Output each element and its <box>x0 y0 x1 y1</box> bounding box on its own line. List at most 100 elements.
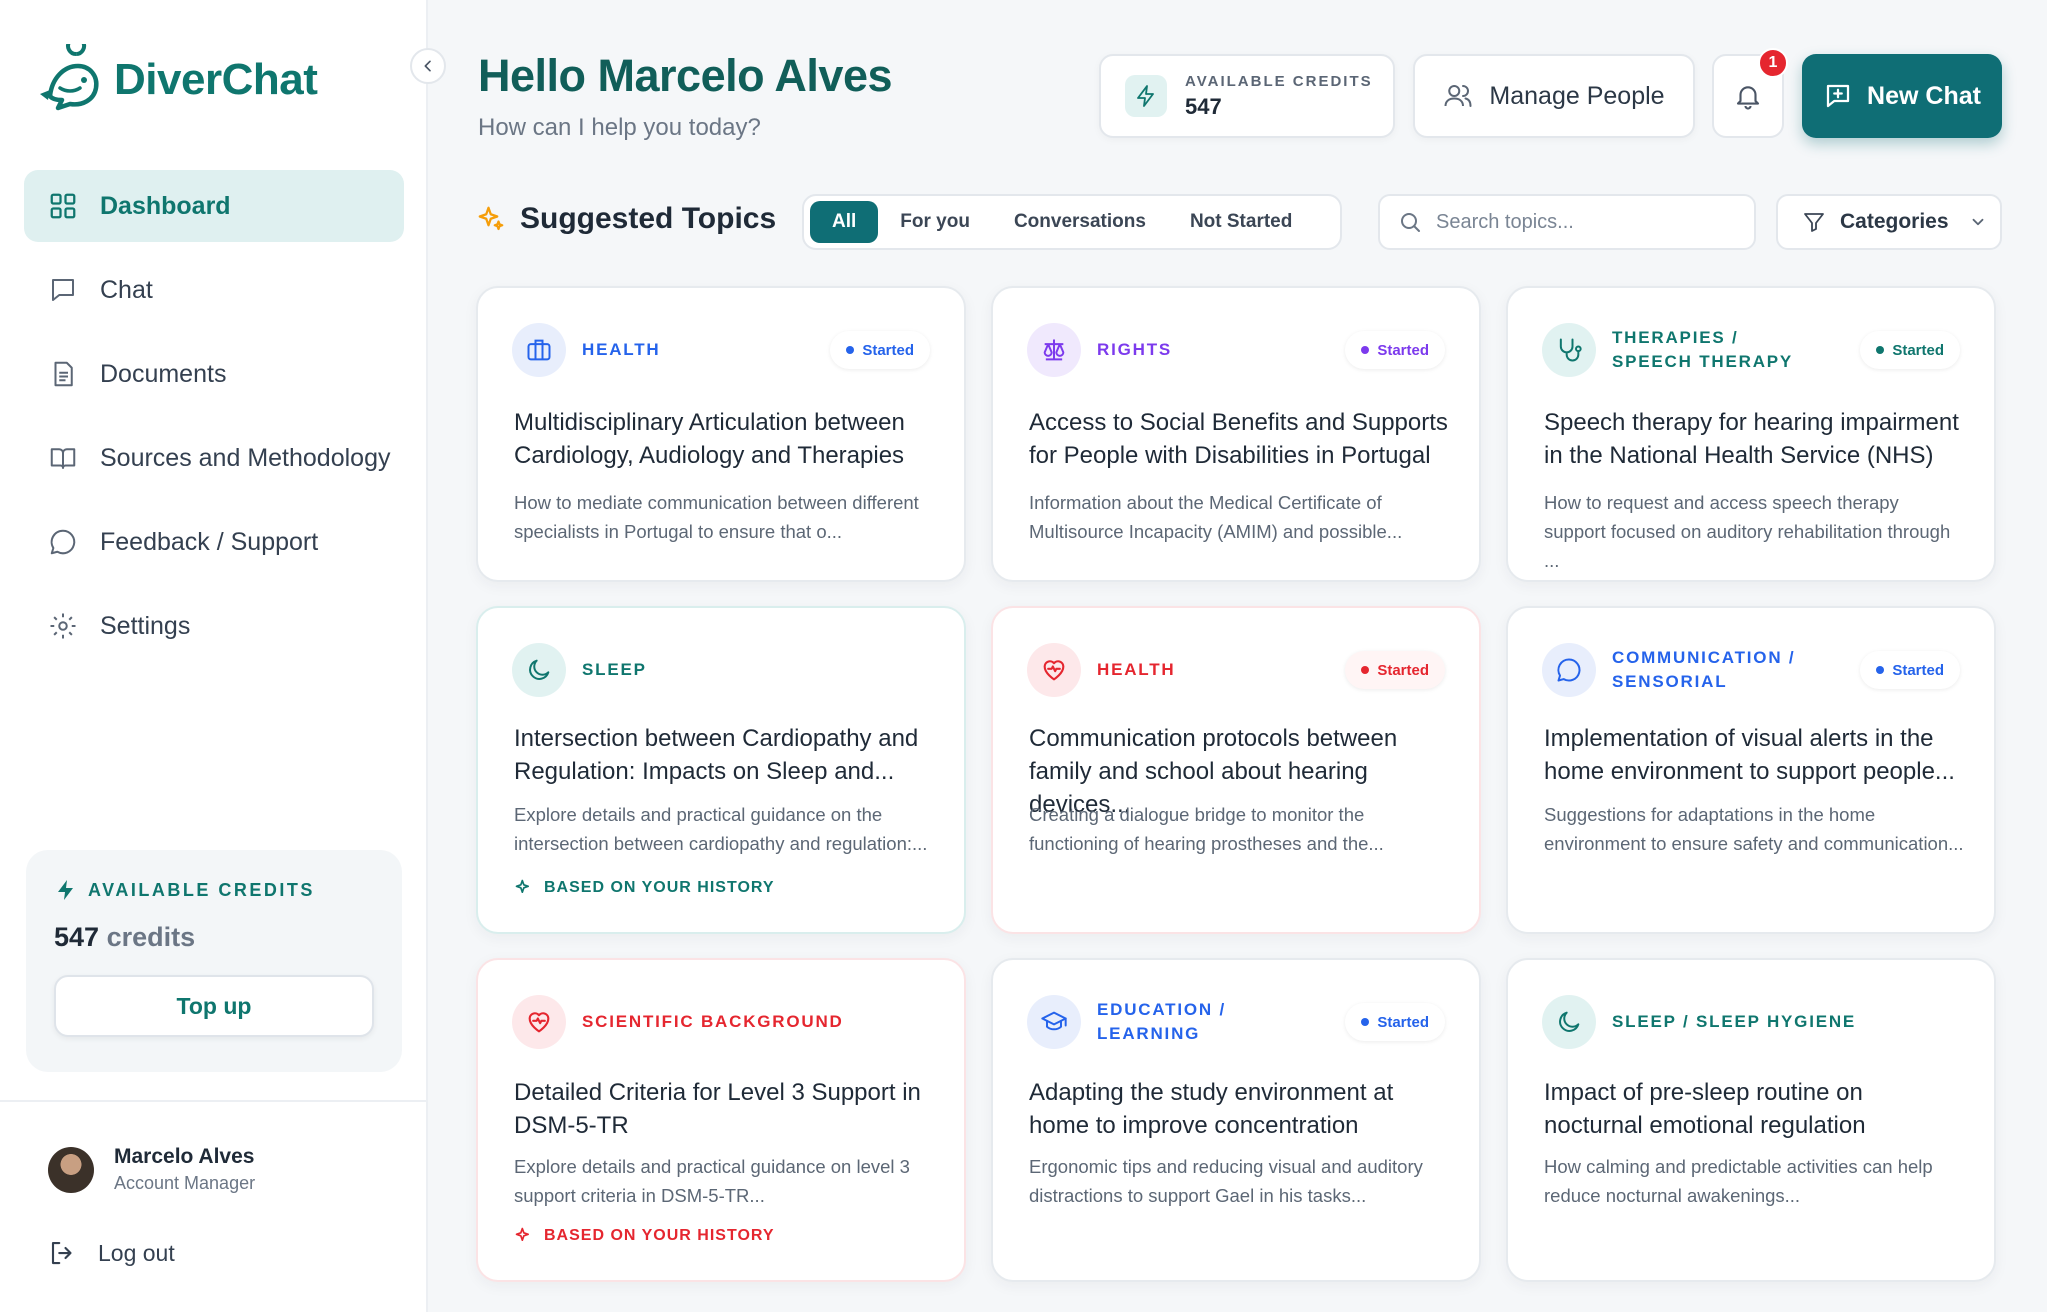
topic-card[interactable]: SLEEP / SLEEP HYGIENE Impact of pre-slee… <box>1506 958 1996 1282</box>
document-icon <box>54 361 73 387</box>
sidebar-item-label: Dashboard <box>100 191 231 220</box>
card-category: HEALTH <box>1097 660 1176 679</box>
header-credits: AVAILABLE CREDITS 547 <box>1099 54 1395 138</box>
credits-amount: 547 credits <box>54 922 374 953</box>
new-chat-icon <box>1826 84 1850 108</box>
topic-card[interactable]: THERAPIES / SPEECH THERAPY Started Speech… <box>1506 286 1996 582</box>
card-title: Implementation of visual alerts in the h… <box>1544 725 1955 785</box>
users-icon <box>1444 85 1472 107</box>
card-description: How to request and access speech therapy… <box>1544 492 1951 571</box>
user-role: Account Manager <box>114 1173 256 1193</box>
bell-icon <box>1736 86 1760 110</box>
card-title: Detailed Criteria for Level 3 Support in… <box>514 1079 921 1139</box>
card-title: Access to Social Benefits and Supports f… <box>1029 409 1448 469</box>
card-description: How to mediate communication between dif… <box>514 492 919 542</box>
topic-card[interactable]: SLEEP Intersection between Cardiopathy a… <box>476 606 966 934</box>
greeting: Hello Marcelo Alves How can I help you t… <box>478 50 893 142</box>
sidebar-item-settings[interactable]: Settings <box>24 590 404 662</box>
card-category: RIGHTS <box>1097 340 1173 359</box>
page-title: Hello Marcelo Alves <box>478 50 893 101</box>
sparkle-icon <box>515 879 529 893</box>
sidebar-item-label: Settings <box>100 611 191 640</box>
header-credits-label: AVAILABLE CREDITS <box>1185 72 1373 90</box>
topic-card[interactable]: RIGHTS Started Access to Social Benefits… <box>991 286 1481 582</box>
heart-icon <box>1027 643 1081 697</box>
sidebar-item-label: Feedback / Support <box>100 527 319 556</box>
sparkle-icon <box>515 1227 529 1241</box>
status-badge: Started <box>1345 1003 1445 1041</box>
scale-icon <box>1027 323 1081 377</box>
credits-title: AVAILABLE CREDITS <box>88 879 315 900</box>
page-subtitle: How can I help you today? <box>478 114 761 141</box>
card-category: SLEEP / SLEEP HYGIENE <box>1612 1012 1857 1031</box>
new-chat-button[interactable]: New Chat <box>1802 54 2002 138</box>
message-circle-icon <box>50 529 76 555</box>
search-input[interactable] <box>1436 210 1736 234</box>
card-description: How calming and predictable activities c… <box>1544 1156 1933 1206</box>
sidebar-item-dashboard[interactable]: Dashboard <box>24 170 404 242</box>
suggested-topics-title: Suggested Topics <box>520 202 777 235</box>
status-badge: Started <box>1345 331 1445 369</box>
card-category: THERAPIES / SPEECH THERAPY <box>1612 328 1794 371</box>
categories-label: Categories <box>1840 210 1949 233</box>
sidebar-nav: Dashboard Chat Documents Sources and Met… <box>24 170 404 674</box>
card-title: Adapting the study environment at home t… <box>1029 1079 1394 1139</box>
bolt-icon <box>1125 75 1167 117</box>
card-category: COMMUNICATION / SENSORIAL <box>1612 648 1796 691</box>
logout-icon <box>51 1241 72 1265</box>
tab-all[interactable]: All <box>810 201 879 243</box>
tab-not-started[interactable]: Not Started <box>1168 201 1314 243</box>
bird-logo-icon <box>40 44 99 111</box>
brand-name: DiverChat <box>114 55 318 104</box>
gear-icon <box>50 613 76 639</box>
search-icon <box>1401 213 1420 232</box>
topic-card[interactable]: COMMUNICATION / SENSORIAL Started Impleme… <box>1506 606 1996 934</box>
topic-card[interactable]: HEALTH Started Multidisciplinary Articul… <box>476 286 966 582</box>
credits-number: 547 <box>54 922 100 952</box>
topic-card[interactable]: SCIENTIFIC BACKGROUND Detailed Criteria … <box>476 958 966 1282</box>
card-description: Explore details and practical guidance o… <box>514 804 928 854</box>
card-description: Suggestions for adaptations in the home … <box>1544 804 1964 854</box>
heart-pulse-icon <box>512 995 566 1049</box>
tab-for-you[interactable]: For you <box>878 201 992 243</box>
sidebar-item-label: Sources and Methodology <box>100 443 391 472</box>
manage-people-button[interactable]: Manage People <box>1413 54 1695 138</box>
tab-conversations[interactable]: Conversations <box>992 201 1168 243</box>
chat-icon <box>52 279 74 301</box>
header-credits-value: 547 <box>1185 93 1222 119</box>
credits-unit: credits <box>106 922 196 952</box>
search-box <box>1378 194 1756 250</box>
sparkle-icon <box>478 206 504 231</box>
logo[interactable]: DiverChat <box>36 44 318 116</box>
card-description: Information about the Medical Certificat… <box>1029 492 1403 542</box>
history-tag: BASED ON YOUR HISTORY <box>514 878 775 898</box>
card-category: EDUCATION / LEARNING <box>1097 1000 1227 1043</box>
sidebar-item-sources[interactable]: Sources and Methodology <box>24 422 404 494</box>
stethoscope-icon <box>1542 323 1596 377</box>
notifications-button[interactable]: 1 <box>1712 48 1788 138</box>
filter-icon <box>1804 213 1824 232</box>
card-description: Explore details and practical guidance o… <box>514 1156 910 1206</box>
sidebar-item-feedback[interactable]: Feedback / Support <box>24 506 404 578</box>
sidebar-item-documents[interactable]: Documents <box>24 338 404 410</box>
card-category: SCIENTIFIC BACKGROUND <box>582 1012 844 1031</box>
graduation-cap-icon <box>1027 995 1081 1049</box>
user-profile[interactable]: Marcelo Alves Account Manager <box>48 1145 255 1194</box>
topic-card[interactable]: EDUCATION / LEARNING Started Adapting the… <box>991 958 1481 1282</box>
top-up-button[interactable]: Top up <box>54 975 374 1037</box>
categories-dropdown[interactable]: Categories <box>1776 194 2002 250</box>
history-tag: BASED ON YOUR HISTORY <box>514 1226 775 1246</box>
card-title: Multidisciplinary Articulation between C… <box>514 409 905 469</box>
briefcase-icon <box>512 323 566 377</box>
logout-button[interactable]: Log out <box>48 1238 175 1268</box>
status-badge: Started <box>1860 651 1960 689</box>
topic-card[interactable]: HEALTH Started Communication protocols b… <box>991 606 1481 934</box>
grid-icon <box>50 193 76 219</box>
sidebar-item-chat[interactable]: Chat <box>24 254 404 326</box>
card-category: SLEEP <box>582 660 647 679</box>
collapse-sidebar-button[interactable] <box>410 48 446 84</box>
avatar <box>48 1146 94 1193</box>
section-title: Suggested Topics <box>476 202 776 236</box>
notification-badge: 1 <box>1758 48 1788 78</box>
chevron-left-icon <box>424 60 431 72</box>
